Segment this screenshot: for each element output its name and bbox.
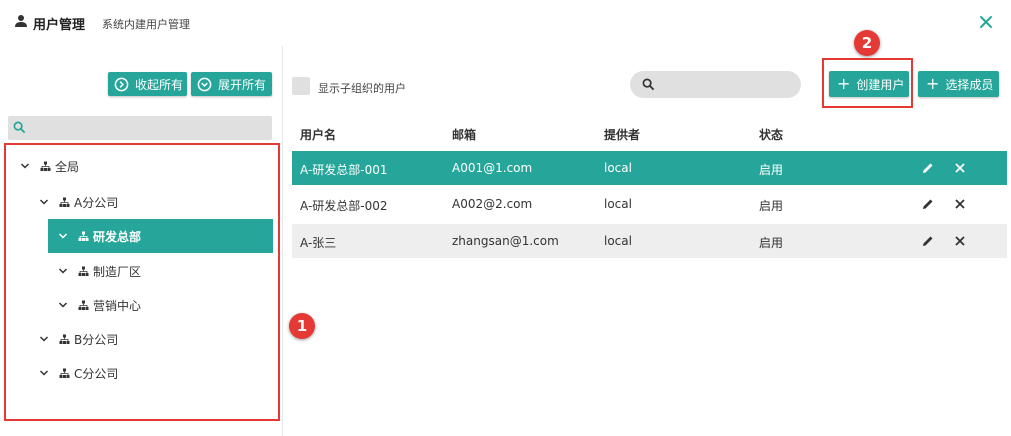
tree-node-c-branch[interactable]: C分公司: [8, 356, 274, 390]
tree-node-label: B分公司: [74, 332, 119, 347]
org-icon: [59, 334, 70, 344]
cell-username: A-研发总部-002: [300, 199, 388, 213]
close-icon[interactable]: [978, 14, 994, 30]
plus-icon: +: [926, 74, 940, 93]
tree-node-marketing[interactable]: 营销中心: [8, 288, 274, 322]
annotation-badge-2: 2: [854, 30, 880, 56]
page-subtitle: 系统内建用户管理: [102, 18, 190, 31]
select-member-button[interactable]: + 选择成员: [918, 71, 999, 97]
chevron-down-icon[interactable]: [58, 231, 68, 241]
edit-icon[interactable]: [921, 197, 935, 211]
table-row[interactable]: A-研发总部-001 A001@1.com local 启用: [292, 151, 1007, 185]
cell-email: A001@1.com: [452, 161, 533, 175]
user-search-input[interactable]: [630, 71, 801, 98]
cell-provider: local: [604, 161, 632, 175]
tree-node-label: 营销中心: [93, 298, 142, 313]
cell-status: 启用: [759, 163, 784, 177]
cell-status: 启用: [759, 199, 784, 213]
edit-icon[interactable]: [921, 161, 935, 175]
search-icon: [642, 78, 655, 91]
cell-username: A-研发总部-001: [300, 163, 388, 177]
panel-divider: [282, 46, 283, 436]
tree-node-label: A分公司: [74, 195, 119, 210]
org-icon: [59, 368, 70, 378]
edit-icon[interactable]: [921, 234, 935, 248]
chevron-down-circle-icon: [197, 77, 212, 91]
expand-all-button[interactable]: 展开所有: [191, 72, 272, 96]
select-member-label: 选择成员: [945, 77, 994, 92]
tree-node-b-branch[interactable]: B分公司: [8, 322, 274, 356]
cell-email: A002@2.com: [452, 197, 533, 211]
expand-all-label: 展开所有: [218, 77, 267, 92]
org-icon: [78, 300, 89, 310]
create-user-button[interactable]: + 创建用户: [829, 71, 909, 97]
table-header: 用户名 邮箱 提供者 状态: [292, 116, 1007, 150]
cell-email: zhangsan@1.com: [452, 234, 559, 248]
chevron-down-icon[interactable]: [20, 161, 30, 171]
tree-node-label: 制造厂区: [93, 264, 142, 279]
delete-icon[interactable]: [953, 197, 967, 211]
tree-node-label: 研发总部: [93, 229, 142, 244]
search-icon: [13, 121, 26, 134]
tree-search-input[interactable]: [8, 116, 272, 140]
org-icon: [78, 266, 89, 276]
delete-icon[interactable]: [953, 234, 967, 248]
chevron-down-icon[interactable]: [39, 368, 49, 378]
tree-node-label: 全局: [55, 159, 80, 174]
tree-node-rd-hq[interactable]: 研发总部: [48, 219, 273, 253]
chevron-down-icon[interactable]: [58, 300, 68, 310]
org-icon: [78, 231, 89, 241]
column-header-status[interactable]: 状态: [759, 126, 783, 143]
show-sub-org-checkbox[interactable]: [292, 77, 310, 95]
cell-status: 启用: [759, 236, 784, 250]
cell-username: A-张三: [300, 236, 337, 250]
column-header-provider[interactable]: 提供者: [604, 126, 640, 143]
create-user-label: 创建用户: [856, 77, 905, 92]
user-icon: [15, 15, 27, 27]
chevron-down-icon[interactable]: [58, 266, 68, 276]
tree-node-factory[interactable]: 制造厂区: [8, 254, 274, 288]
tree-node-a-branch[interactable]: A分公司: [8, 185, 274, 219]
column-header-username[interactable]: 用户名: [300, 126, 336, 143]
delete-icon[interactable]: [953, 161, 967, 175]
page-title: 用户管理: [33, 18, 86, 33]
chevron-down-icon[interactable]: [39, 334, 49, 344]
tree-node-global[interactable]: 全局: [8, 149, 274, 183]
collapse-all-label: 收起所有: [135, 77, 184, 92]
org-icon: [59, 197, 70, 207]
table-row[interactable]: A-张三 zhangsan@1.com local 启用: [292, 224, 1007, 258]
tree-node-label: C分公司: [74, 366, 119, 381]
plus-icon: +: [837, 74, 851, 93]
org-icon: [40, 161, 51, 171]
show-sub-org-label: 显示子组织的用户: [318, 82, 406, 95]
chevron-down-icon[interactable]: [39, 197, 49, 207]
annotation-badge-1: 1: [289, 313, 315, 339]
chevron-up-circle-icon: [114, 77, 129, 91]
cell-provider: local: [604, 234, 632, 248]
column-header-email[interactable]: 邮箱: [452, 126, 476, 143]
table-row[interactable]: A-研发总部-002 A002@2.com local 启用: [292, 187, 1007, 221]
cell-provider: local: [604, 197, 632, 211]
collapse-all-button[interactable]: 收起所有: [108, 72, 187, 96]
